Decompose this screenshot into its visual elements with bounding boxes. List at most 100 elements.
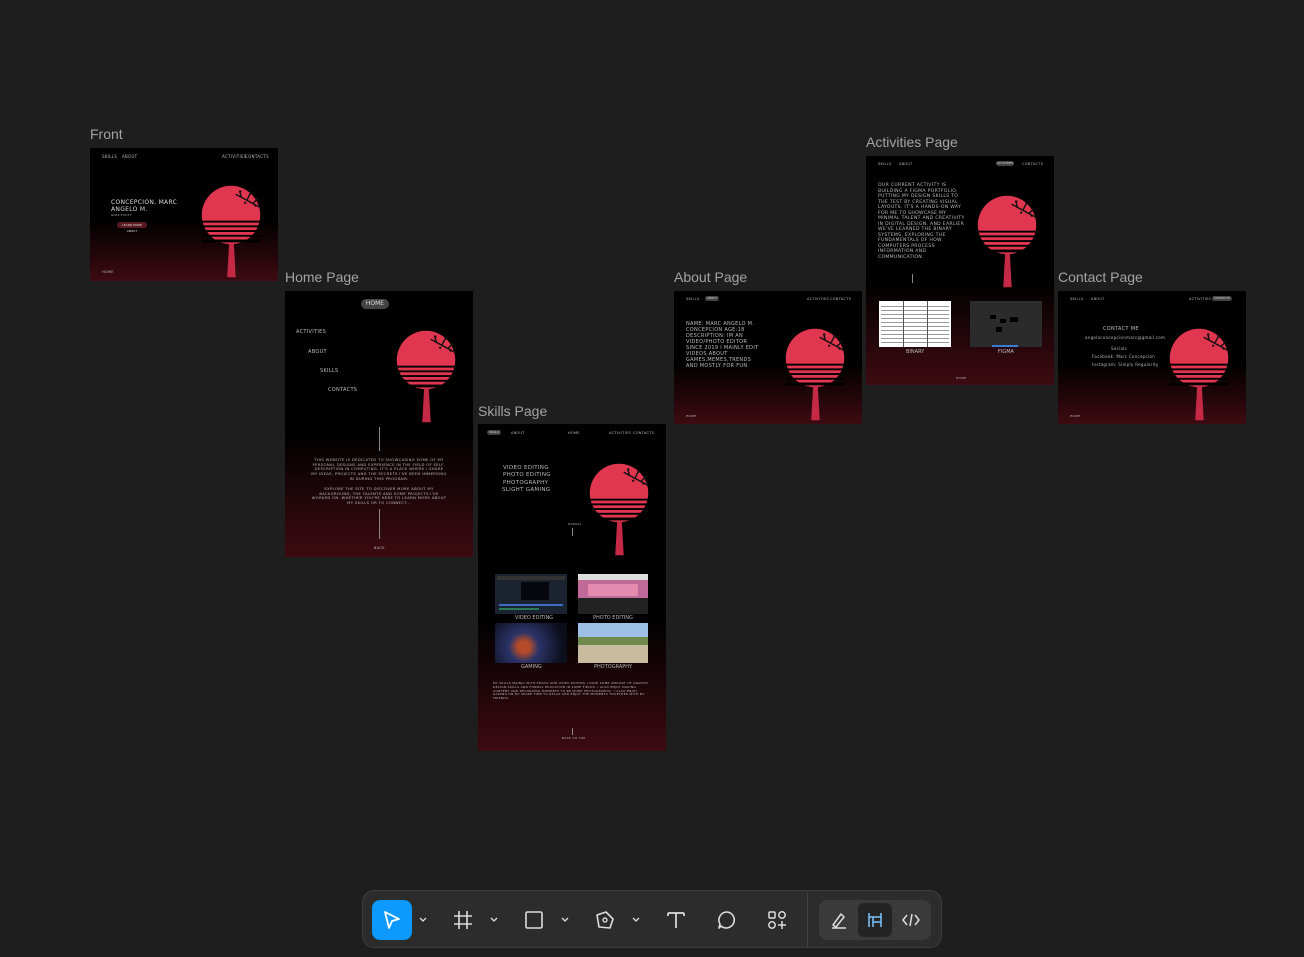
footer-home[interactable]: HOME xyxy=(1070,414,1080,418)
video-editing-thumbnail[interactable] xyxy=(495,574,567,614)
menu-about[interactable]: ABOUT xyxy=(308,349,327,355)
nav-contacts[interactable]: CONTACTS xyxy=(633,431,654,435)
sun-illustration xyxy=(782,327,848,423)
frame-label-home[interactable]: Home Page xyxy=(285,269,359,285)
code-brackets-icon xyxy=(902,913,920,927)
frame-front[interactable]: SKILLS ABOUT ACTIVITIES CONTACTS CONCEPC… xyxy=(90,148,278,281)
nav-activities[interactable]: ACTIVITIES xyxy=(222,154,247,159)
nav-about[interactable]: ABOUT xyxy=(1091,297,1105,301)
facebook-link[interactable]: Facebook: Marc Concepcion xyxy=(1092,354,1155,359)
nav-skills[interactable]: SKILLS xyxy=(878,162,891,166)
divider-line xyxy=(379,509,380,539)
sun-illustration xyxy=(393,327,459,427)
nav-contacts-active[interactable]: CONTACTS xyxy=(1212,296,1232,301)
tile-caption-photo-editing: PHOTO EDITING xyxy=(593,615,633,621)
chevron-down-icon[interactable] xyxy=(560,913,570,927)
skill-item: PHOTO EDITING xyxy=(503,472,551,478)
draw-mode-button[interactable] xyxy=(822,903,856,937)
pen-tool-button[interactable] xyxy=(585,900,625,940)
design-mode-button[interactable] xyxy=(858,903,892,937)
activities-text: OUR CURRENT ACTIVITY IS BUILDING A FIGMA… xyxy=(878,183,965,260)
sun-illustration xyxy=(198,184,264,280)
cursor-icon xyxy=(384,911,400,929)
dev-mode-button[interactable] xyxy=(894,903,928,937)
menu-activities[interactable]: ACTIVITIES xyxy=(296,329,326,335)
gaming-thumbnail[interactable] xyxy=(495,623,567,663)
socials-label: Socials xyxy=(1111,346,1128,351)
rectangle-icon xyxy=(525,911,543,929)
figma-screenshot-image[interactable] xyxy=(970,301,1042,347)
draw-pencil-icon xyxy=(832,913,846,929)
caption-binary: BINARY xyxy=(906,349,925,355)
chevron-down-icon[interactable] xyxy=(631,913,641,927)
text-tool-button[interactable] xyxy=(656,900,696,940)
bottom-toolbar xyxy=(362,890,942,948)
tile-caption-gaming: GAMING xyxy=(521,664,542,670)
about-text: NAME: MARC ANGELO M. CONCEPCION AGE:18 D… xyxy=(686,321,759,369)
shapes-plus-icon xyxy=(768,911,786,929)
back-link[interactable]: BACK xyxy=(374,546,385,550)
nav-about[interactable]: ABOUT xyxy=(122,154,137,159)
home-pill[interactable]: HOME xyxy=(361,299,389,309)
text-icon xyxy=(667,912,685,928)
frame-label-activities[interactable]: Activities Page xyxy=(866,134,958,150)
skill-item: SLIGHT GAMING xyxy=(502,487,551,493)
frame-label-about[interactable]: About Page xyxy=(674,269,747,285)
footer-home[interactable]: HOME xyxy=(686,414,696,418)
comment-tool-button[interactable] xyxy=(707,900,747,940)
menu-skills[interactable]: SKILLS xyxy=(320,368,338,374)
frame-label-skills[interactable]: Skills Page xyxy=(478,403,547,419)
frame-label-contact[interactable]: Contact Page xyxy=(1058,269,1143,285)
frame-label-front[interactable]: Front xyxy=(90,126,123,142)
nav-skills[interactable]: SKILLS xyxy=(487,430,501,435)
nav-activities[interactable]: ACTIVITIES xyxy=(807,297,829,301)
nav-about[interactable]: ABOUT xyxy=(511,431,525,435)
nav-about-active[interactable]: ABOUT xyxy=(705,296,719,301)
frame-skills[interactable]: SKILLS ABOUT HOME ACTIVITIES CONTACTS VI… xyxy=(478,424,666,751)
photo-editing-thumbnail[interactable] xyxy=(578,574,648,614)
nav-skills[interactable]: SKILLS xyxy=(102,154,117,159)
contact-heading: CONTACT ME xyxy=(1103,326,1139,332)
footer-home[interactable]: HOME xyxy=(956,376,966,380)
nav-contacts[interactable]: CONTACTS xyxy=(245,154,269,159)
nav-home[interactable]: HOME xyxy=(568,431,580,435)
move-tool-button[interactable] xyxy=(372,900,412,940)
nav-contacts[interactable]: CONTACTS xyxy=(1022,162,1043,166)
skill-item: VIDEO EDITING xyxy=(503,465,549,471)
frame-activities[interactable]: SKILLS ABOUT ACTIVITIES CONTACTS OUR CUR… xyxy=(866,156,1054,385)
frame-hash-icon xyxy=(454,911,472,929)
toolbar-divider xyxy=(807,893,808,947)
nav-about[interactable]: ABOUT xyxy=(899,162,913,166)
shape-tool-button[interactable] xyxy=(514,900,554,940)
menu-contacts[interactable]: CONTACTS xyxy=(328,387,357,393)
binary-table-image[interactable] xyxy=(879,301,951,347)
skills-paragraph: MY SKILLS MAINLY WITH PHOTO AND VIDEO ED… xyxy=(493,681,649,700)
instagram-link[interactable]: Instagram: Simply Regularity xyxy=(1092,362,1159,367)
frame-about[interactable]: SKILLS ABOUT ACTIVITIES CONTACTS NAME: M… xyxy=(674,291,862,424)
nav-activities[interactable]: ACTIVITIES xyxy=(1189,297,1211,301)
learn-more-button[interactable]: LEARN MORE ABOUT xyxy=(117,222,147,233)
frame-tool-button[interactable] xyxy=(443,900,483,940)
chevron-down-icon[interactable] xyxy=(418,913,428,927)
chevron-down-icon[interactable] xyxy=(489,913,499,927)
nav-skills[interactable]: SKILLS xyxy=(686,297,699,301)
nav-activities-active[interactable]: ACTIVITIES xyxy=(996,161,1014,166)
photography-thumbnail[interactable] xyxy=(578,623,648,663)
nav-skills[interactable]: SKILLS xyxy=(1070,297,1083,301)
mode-switcher xyxy=(819,900,931,940)
back-to-top-link[interactable]: BACK TO TOP xyxy=(562,736,586,740)
contact-email[interactable]: angeloconcepcionmarc@gmail.com xyxy=(1085,335,1165,340)
name-line-1: CONCEPCION, MARC xyxy=(111,199,178,206)
frame-home[interactable]: HOME ACTIVITIES ABOUT SKILLS CONTACTS TH… xyxy=(285,291,473,557)
nav-contacts[interactable]: CONTACTS xyxy=(830,297,851,301)
actions-tool-button[interactable] xyxy=(757,900,797,940)
footer-home[interactable]: HOME xyxy=(102,270,114,274)
back-to-top-arrow-icon xyxy=(572,728,573,735)
design-layout-icon xyxy=(868,913,882,927)
scroll-label: SCROLL xyxy=(568,522,582,526)
sun-illustration xyxy=(586,460,652,560)
tile-caption-photography: PHOTOGRAPHY xyxy=(594,664,633,670)
frame-contact[interactable]: SKILLS ABOUT ACTIVITIES CONTACTS CONTACT… xyxy=(1058,291,1246,424)
nav-activities[interactable]: ACTIVITIES xyxy=(609,431,631,435)
scroll-arrow-icon xyxy=(572,528,573,536)
